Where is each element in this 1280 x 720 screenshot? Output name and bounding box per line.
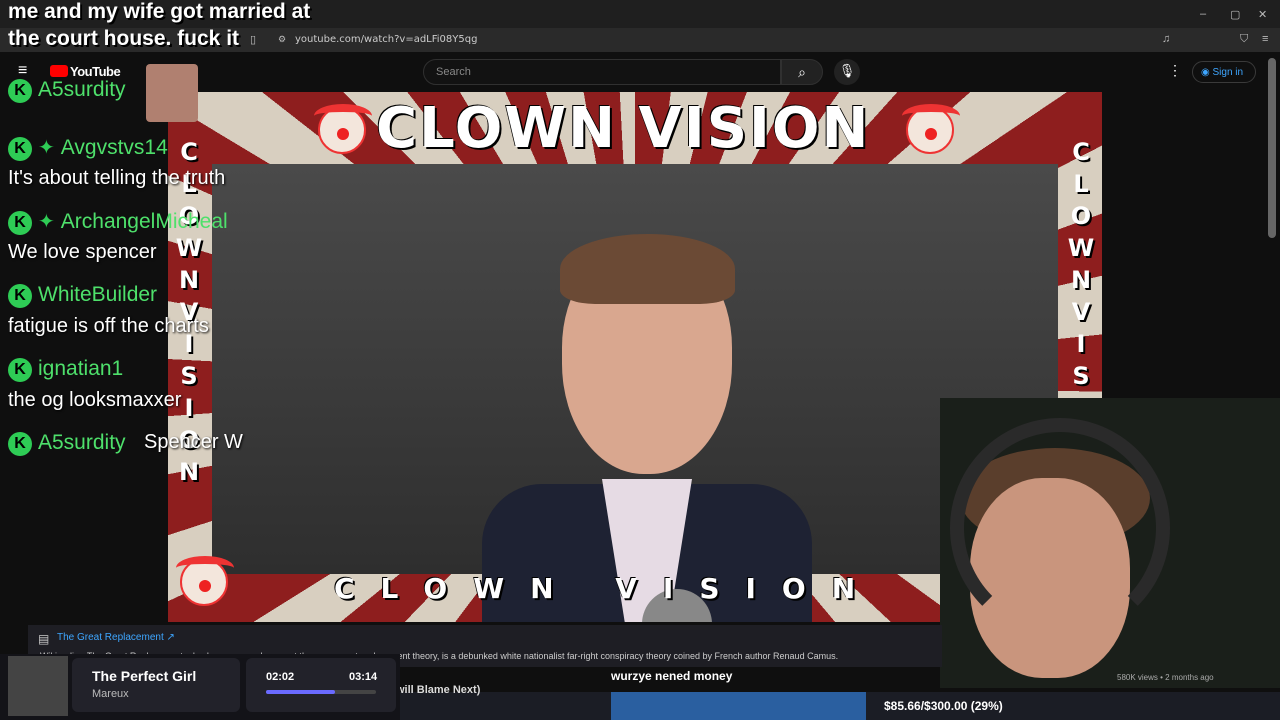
chat-message: Spencer W xyxy=(144,431,243,453)
total-time: 03:14 xyxy=(349,671,378,683)
microphone-icon: 🎙 xyxy=(838,63,856,78)
menu-icon[interactable]: ≡ xyxy=(1262,33,1268,45)
kick-badge-icon: K xyxy=(8,358,32,382)
voice-search-button[interactable]: 🎙 xyxy=(834,59,860,85)
vertical-letter: N xyxy=(178,458,200,486)
vertical-letter: O xyxy=(1070,202,1092,230)
kick-badge-icon: K xyxy=(8,79,32,103)
chat-message: It's about telling the truth xyxy=(8,167,226,189)
chat-username: Kignatian1 xyxy=(8,357,123,382)
vertical-letter: C xyxy=(180,138,198,166)
chat-username: K A5surdity xyxy=(8,78,126,103)
minimize-icon[interactable]: – xyxy=(1200,8,1206,20)
donation-goal-bar xyxy=(400,692,1280,720)
clown-vision-banner-top: CLOWN VISION xyxy=(376,96,871,161)
document-icon: ▤ xyxy=(38,632,50,646)
track-progress-bar xyxy=(266,690,376,694)
donation-goal-fill xyxy=(611,692,867,720)
current-time: 02:02 xyxy=(266,671,295,683)
avatar xyxy=(146,64,198,122)
account-icon: ◉ xyxy=(1201,67,1213,78)
search-icon: ⌕ xyxy=(798,64,806,80)
vertical-letter: I xyxy=(1076,330,1086,358)
vertical-letter: S xyxy=(180,362,198,390)
album-art xyxy=(8,656,68,716)
sign-in-button[interactable]: ◉ Sign in xyxy=(1192,61,1256,83)
kick-badge-icon: K xyxy=(8,137,32,161)
clown-vision-banner-bottom: CLOWN VISION xyxy=(334,572,882,605)
track-progress-fill xyxy=(266,690,336,694)
youtube-logo[interactable]: YouTube xyxy=(50,64,121,79)
live-caption: wurzye nened money xyxy=(611,669,733,683)
youtube-logo-text: YouTube xyxy=(70,64,121,79)
track-artist: Mareux xyxy=(92,688,129,700)
vertical-letter: V xyxy=(1071,298,1091,326)
chat-username: K WhiteBuilder xyxy=(8,283,157,308)
track-title: The Perfect Girl xyxy=(92,668,197,684)
subscriber-badge-icon: ✦ xyxy=(38,137,55,159)
sign-in-label: Sign in xyxy=(1212,67,1244,78)
video-frame xyxy=(212,164,1058,622)
subscriber-badge-icon: ✦ xyxy=(38,211,55,233)
chat-username: K A5surdity xyxy=(8,431,126,456)
donation-goal-text: $85.66/$300.00 (29%) xyxy=(884,699,1003,713)
page-scrollbar[interactable] xyxy=(1268,58,1276,238)
chat-username: K ✦ ArchangelMicheal xyxy=(8,209,228,235)
headphones xyxy=(950,418,1170,638)
info-panel-title[interactable]: The Great Replacement ↗ xyxy=(57,632,175,643)
vertical-letter: L xyxy=(1073,170,1089,198)
partial-subtitle: will Blame Next) xyxy=(396,684,481,696)
vertical-letter: S xyxy=(1072,362,1090,390)
vertical-letter: N xyxy=(178,266,200,294)
chat-message: the og looksmaxxer xyxy=(8,389,182,411)
chat-message: We love spencer xyxy=(8,241,157,263)
youtube-play-icon xyxy=(50,65,68,77)
stream-title: me and my wife got married at the court … xyxy=(8,0,311,50)
close-icon[interactable]: ✕ xyxy=(1258,8,1267,21)
more-options-icon[interactable]: ⋮ xyxy=(1168,62,1182,79)
vertical-letter: C xyxy=(1072,138,1090,166)
video-meta: 580K views • 2 months ago xyxy=(1117,673,1214,682)
music-icon[interactable]: ♫ xyxy=(1162,33,1170,45)
maximize-icon[interactable]: ▢ xyxy=(1230,8,1240,21)
track-info-box xyxy=(72,658,240,712)
search-input[interactable]: Search xyxy=(423,59,781,85)
vertical-letter: W xyxy=(175,234,203,262)
kick-badge-icon: K xyxy=(8,211,32,235)
kick-badge-icon: K xyxy=(8,432,32,456)
speaker-figure xyxy=(462,234,822,622)
clown-vision-vertical-right: CLOWNVIS xyxy=(1066,136,1096,392)
kick-badge-icon: K xyxy=(8,284,32,308)
track-time-box xyxy=(246,658,396,712)
vertical-letter: W xyxy=(1067,234,1095,262)
clown-emoji-icon xyxy=(176,556,234,606)
clown-emoji-icon xyxy=(314,104,372,154)
chat-message: fatigue is off the charts xyxy=(8,315,209,337)
chat-username: K ✦ Avgvstvs14 xyxy=(8,135,168,161)
clown-emoji-icon xyxy=(902,104,960,154)
shield-icon[interactable]: ⛉ xyxy=(1240,33,1248,46)
webcam-overlay xyxy=(940,398,1280,688)
search-button[interactable]: ⌕ xyxy=(781,59,823,85)
hair xyxy=(560,234,735,304)
vertical-letter: N xyxy=(1070,266,1092,294)
